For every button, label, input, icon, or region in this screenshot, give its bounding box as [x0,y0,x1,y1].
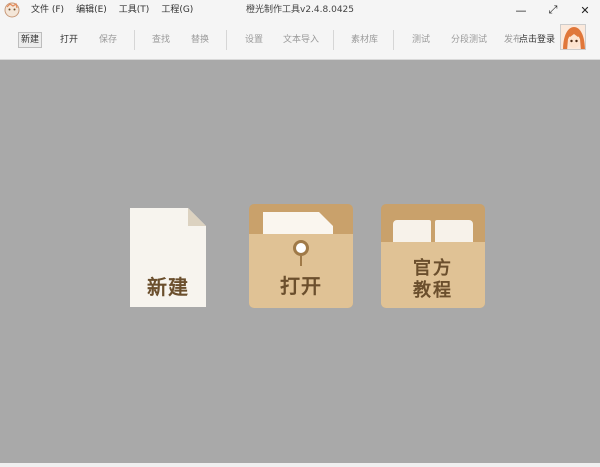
minimize-icon: — [515,3,527,17]
menu-file[interactable]: 文件 (F) [25,0,70,20]
toolbar-text-import-button[interactable]: 文本导入 [283,33,319,47]
maximize-button[interactable]: ⤢ [538,0,568,20]
tag-icon [293,240,309,256]
toolbar-separator [333,30,334,50]
tutorial-label-line2: 教程 [413,280,453,301]
tag-string-icon [300,256,302,266]
tutorial-label-line1: 官方 [413,258,453,279]
toolbar-asset-library-button[interactable]: 素材库 [351,33,378,47]
menu-edit[interactable]: 编辑(E) [70,0,113,20]
page-fold-icon [188,208,206,226]
menu-tools[interactable]: 工具(T) [113,0,156,20]
app-logo-icon [4,2,20,18]
open-project-tile[interactable]: 打开 [249,204,353,308]
toolbar-find-button[interactable]: 查找 [152,33,170,47]
toolbar-replace-button[interactable]: 替换 [191,33,209,47]
toolbar-separator [393,30,394,50]
minimize-button[interactable]: — [506,0,536,20]
maximize-icon: ⤢ [548,3,558,16]
menu-bar: 文件 (F) 编辑(E) 工具(T) 工程(G) [25,0,199,20]
toolbar-test-button[interactable]: 测试 [412,33,430,47]
toolbar-settings-button[interactable]: 设置 [245,33,263,47]
toolbar-save-button[interactable]: 保存 [99,33,117,47]
menu-project[interactable]: 工程(G) [155,0,199,20]
open-project-label: 打开 [280,274,322,298]
login-link[interactable]: 点击登录 [519,33,555,47]
toolbar-separator [226,30,227,50]
close-icon: ✕ [580,3,590,17]
toolbar-new-button[interactable]: 新建 [18,32,43,48]
title-bar: 文件 (F) 编辑(E) 工具(T) 工程(G) 橙光制作工具v2.4.8.04… [0,0,600,20]
new-project-tile[interactable]: 新建 [130,208,206,307]
toolbar-separator [134,30,135,50]
toolbar-open-button[interactable]: 打开 [60,33,78,47]
new-project-label: 新建 [147,275,189,299]
toolbar-segment-test-button[interactable]: 分段测试 [451,33,487,47]
close-button[interactable]: ✕ [570,0,600,20]
toolbar: 新建 打开 保存 查找 替换 设置 文本导入 素材库 测试 分段测试 发布 点击… [0,20,600,60]
window-bottom-border [0,463,600,467]
official-tutorial-tile[interactable]: 官方 教程 [381,204,485,308]
user-avatar[interactable] [560,24,586,50]
